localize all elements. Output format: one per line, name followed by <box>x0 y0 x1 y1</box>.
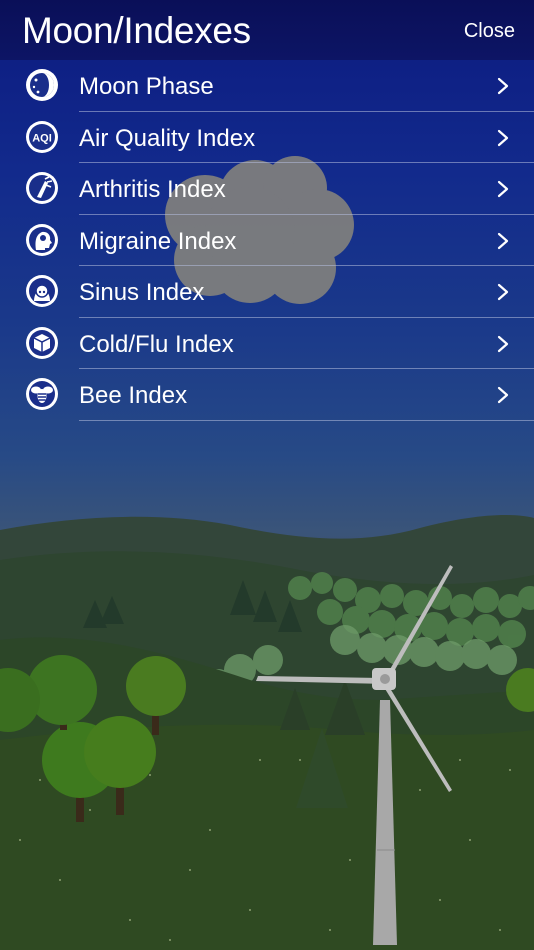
page-title: Moon/Indexes <box>22 10 251 51</box>
chevron-right-icon <box>497 335 509 352</box>
index-menu: Moon Phase AQI Air Quality Index Arthrit… <box>0 60 534 421</box>
menu-item-moon-phase[interactable]: Moon Phase <box>0 60 534 112</box>
chevron-right-icon <box>497 180 509 198</box>
sinus-icon <box>26 275 58 307</box>
header-bar: Moon/Indexes Close <box>0 0 534 60</box>
menu-item-bee[interactable]: Bee Index <box>0 369 534 421</box>
chevron-right-icon <box>497 386 509 404</box>
menu-item-arthritis[interactable]: Arthritis Index <box>0 163 534 215</box>
menu-item-air-quality[interactable]: AQI Air Quality Index <box>0 112 534 163</box>
moon-phase-icon <box>26 69 58 101</box>
menu-item-label: Air Quality Index <box>79 124 256 152</box>
arthritis-icon <box>26 172 58 204</box>
chevron-right-icon <box>497 77 509 95</box>
aqi-icon-text: AQI <box>32 132 52 144</box>
menu-item-label: Bee Index <box>79 382 188 409</box>
cold-flu-icon <box>26 326 58 359</box>
menu-item-label: Sinus Index <box>79 279 205 306</box>
chevron-right-icon <box>497 129 509 146</box>
aqi-icon: AQI <box>26 120 58 153</box>
chevron-right-icon <box>497 232 509 249</box>
menu-item-label: Arthritis Index <box>79 176 226 203</box>
menu-item-cold-flu[interactable]: Cold/Flu Index <box>0 318 534 369</box>
menu-item-label: Migraine Index <box>79 227 237 255</box>
row-divider <box>79 419 534 421</box>
bee-icon <box>26 378 58 410</box>
migraine-icon <box>26 223 58 256</box>
menu-item-label: Moon Phase <box>79 73 214 100</box>
menu-item-label: Cold/Flu Index <box>79 330 234 358</box>
menu-item-migraine[interactable]: Migraine Index <box>0 215 534 266</box>
menu-item-sinus[interactable]: Sinus Index <box>0 266 534 318</box>
chevron-right-icon <box>497 283 509 301</box>
close-button[interactable]: Close <box>464 18 515 44</box>
